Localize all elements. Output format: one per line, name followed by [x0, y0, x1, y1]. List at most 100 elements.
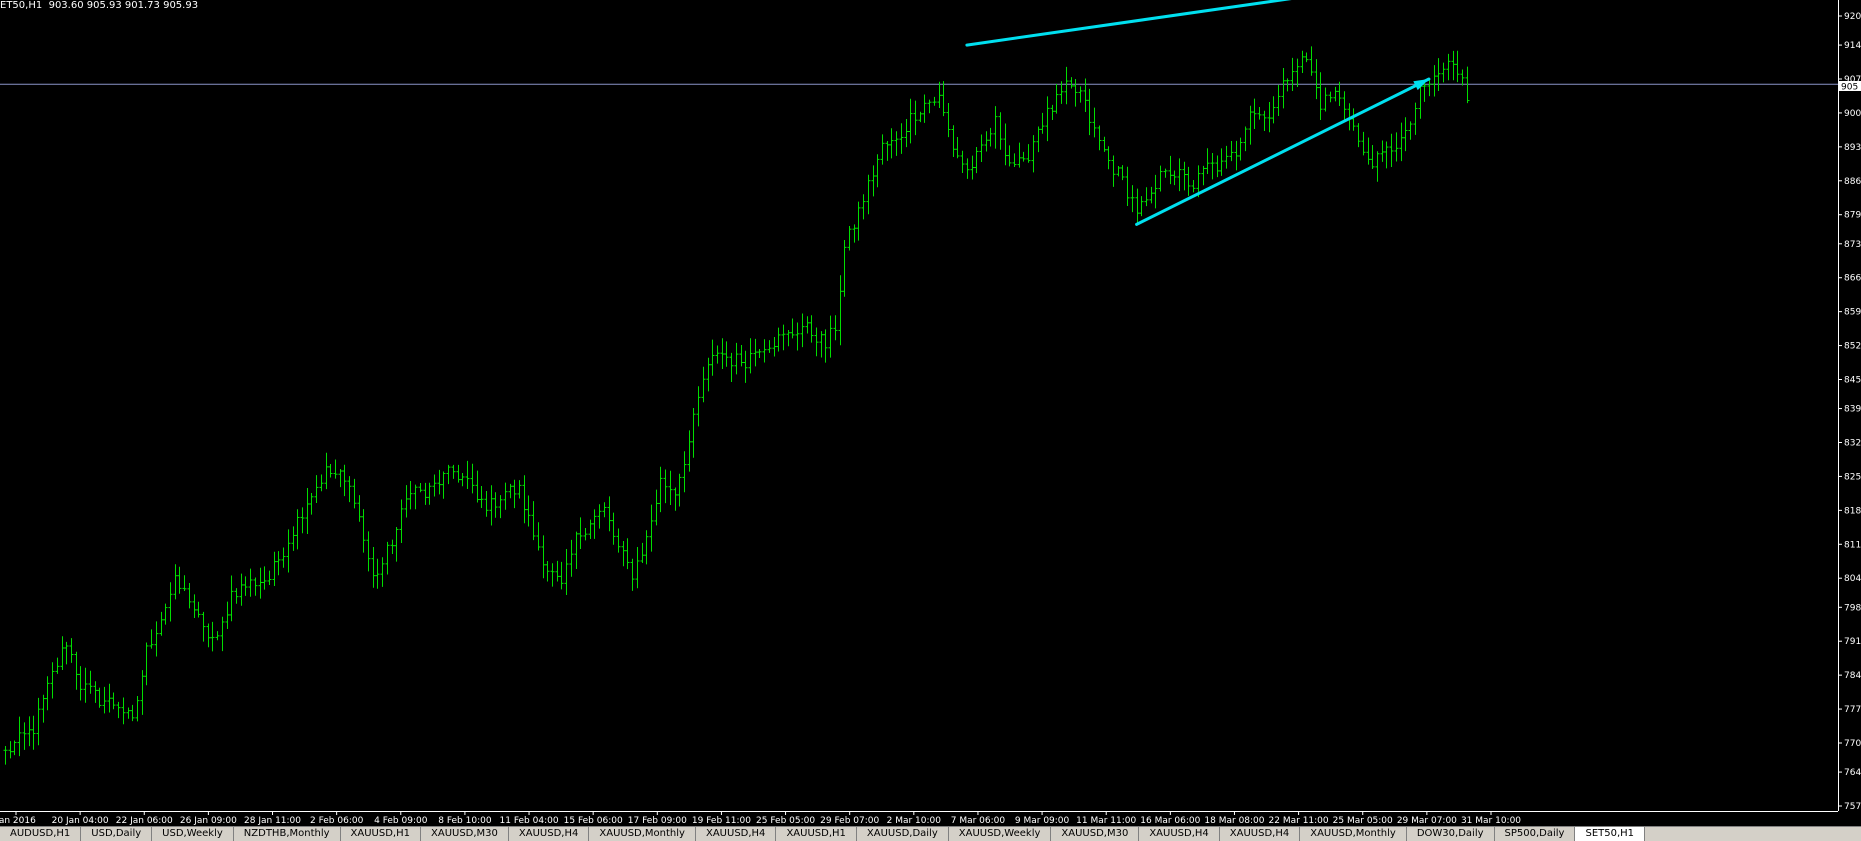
ohlc-bar — [1120, 165, 1125, 181]
ohlc-bar — [852, 224, 857, 243]
chart-tab[interactable]: XAUUSD,H4 — [509, 827, 590, 841]
chart-tab[interactable]: XAUUSD,H1 — [341, 827, 421, 841]
ohlc-bar — [177, 566, 182, 594]
ohlc-bar — [635, 546, 640, 589]
ohlc-bar — [1069, 77, 1074, 89]
price-tick-label: 914 — [1844, 41, 1861, 51]
ohlc-bar — [1045, 96, 1050, 142]
ohlc-bars — [3, 46, 1470, 765]
chart-window[interactable]: 920 914 907 900 893 886 879 873 866 859 852 845 839 8… — [0, 0, 1861, 826]
ohlc-bar — [1234, 140, 1239, 171]
ohlc-bar — [866, 174, 871, 215]
chart-tab[interactable]: XAUUSD,M30 — [421, 827, 509, 841]
ohlc-bar — [253, 577, 258, 596]
ohlc-bar — [111, 692, 116, 710]
ohlc-bar — [1026, 144, 1031, 163]
ohlc-bar — [45, 676, 50, 711]
ohlc-bar — [366, 531, 371, 572]
price-tick-label: 784 — [1844, 671, 1861, 681]
time-tick-label: 29 Mar 07:00 — [1397, 816, 1457, 826]
chart-tab[interactable]: SET50,H1 — [1575, 827, 1646, 841]
chart-tab[interactable]: NZDTHB,Monthly — [234, 827, 341, 841]
price-tick-label: 770 — [1844, 739, 1861, 749]
ohlc-bar — [465, 460, 470, 490]
chart-tab[interactable]: XAUUSD,Daily — [857, 827, 949, 841]
price-tick-label: 879 — [1844, 211, 1861, 221]
ohlc-bar — [1295, 58, 1300, 88]
time-tick-label: 11 Feb 04:00 — [500, 816, 559, 826]
chart-tab[interactable]: XAUUSD,Monthly — [1300, 827, 1407, 841]
ohlc-bar — [1092, 107, 1097, 138]
ohlc-bar — [823, 329, 828, 363]
price-tick-label: 791 — [1844, 637, 1861, 647]
chart-tab[interactable]: AUDUSD,H1 — [0, 827, 82, 841]
ohlc-bar — [522, 475, 527, 524]
ohlc-bar — [574, 531, 579, 570]
ohlc-bar — [286, 529, 291, 573]
ohlc-bar — [446, 464, 451, 485]
ohlc-bar — [1267, 102, 1272, 133]
ohlc-bar — [60, 636, 65, 671]
ohlc-bar — [621, 541, 626, 567]
ohlc-bar — [993, 106, 998, 149]
chart-tab[interactable]: XAUUSD,M30 — [1051, 827, 1140, 841]
price-tick-label: 832 — [1844, 439, 1861, 449]
ohlc-bar — [50, 662, 55, 699]
chart-tab[interactable]: XAUUSD,H4 — [1220, 827, 1301, 841]
ohlc-bar — [1012, 153, 1017, 168]
ohlc-bar — [418, 482, 423, 493]
ohlc-bar — [592, 509, 597, 539]
ohlc-bar — [83, 667, 88, 703]
chart-tab[interactable]: DOW30,Daily — [1407, 827, 1495, 841]
ohlc-bar — [814, 327, 819, 357]
chart-tab[interactable]: XAUUSD,H1 — [776, 827, 857, 841]
ohlc-bar — [1135, 188, 1140, 225]
ohlc-bar — [517, 480, 522, 499]
ohlc-bar — [479, 486, 484, 508]
ohlc-bar — [36, 697, 41, 746]
trendline-arrow[interactable] — [965, 0, 1372, 47]
ohlc-bar — [437, 469, 442, 495]
ohlc-bar — [536, 522, 541, 551]
ohlc-bar — [470, 463, 475, 494]
ohlc-bar — [1290, 57, 1295, 91]
ohlc-bar — [97, 687, 102, 708]
ohlc-bar — [1403, 117, 1408, 152]
chart-tab[interactable]: USD,Weekly — [152, 827, 234, 841]
chart-tab[interactable]: XAUUSD,H4 — [696, 827, 777, 841]
ohlc-bar — [64, 641, 69, 665]
current-price-tag: 905 — [1839, 81, 1861, 93]
ohlc-bar — [1163, 168, 1168, 178]
trendlines[interactable] — [965, 0, 1431, 226]
ohlc-bar — [710, 339, 715, 376]
chart-tab[interactable]: SP500,Daily — [1495, 827, 1576, 841]
ohlc-bar — [333, 459, 338, 479]
ohlc-bar — [508, 483, 513, 499]
ohlc-bar — [31, 715, 36, 750]
ohlc-bar — [1455, 50, 1460, 83]
ohlc-bar — [1144, 187, 1149, 207]
ohlc-bar — [1087, 88, 1092, 136]
ohlc-bar — [135, 696, 140, 722]
price-chart[interactable]: 9209149079008938868798738668598528458398… — [0, 0, 1861, 826]
ohlc-bar — [1375, 151, 1380, 182]
chart-tab[interactable]: XAUUSD,Monthly — [589, 827, 696, 841]
ohlc-bar — [937, 81, 942, 109]
chart-tab[interactable]: XAUUSD,H4 — [1139, 827, 1220, 841]
chart-tab[interactable]: XAUUSD,Weekly — [949, 827, 1052, 841]
time-tick-label: 8 Feb 10:00 — [438, 816, 492, 826]
ohlc-bar — [1451, 50, 1456, 81]
ohlc-bar — [201, 611, 206, 642]
time-tick-label: 11 Mar 11:00 — [1076, 816, 1136, 826]
ohlc-bar — [988, 127, 993, 147]
ohlc-bar — [272, 551, 277, 587]
ohlc-bar — [74, 651, 79, 690]
ohlc-bar — [658, 466, 663, 513]
ohlc-bar — [475, 470, 480, 503]
ohlc-bar — [753, 338, 758, 367]
ohlc-bar — [1281, 68, 1286, 109]
ohlc-bar — [1050, 104, 1055, 120]
chart-tab[interactable]: USD,Daily — [81, 827, 153, 841]
ohlc-bar — [1300, 50, 1305, 73]
ohlc-bar — [239, 573, 244, 606]
